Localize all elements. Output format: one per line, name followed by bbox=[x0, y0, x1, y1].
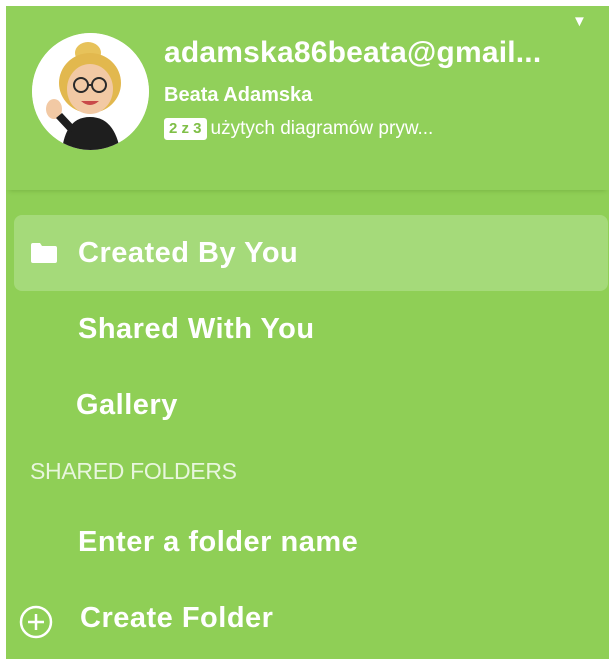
nav-created-by-you[interactable]: Created By You bbox=[14, 215, 608, 291]
account-header[interactable]: adamska86beata@gmail... Beata Adamska 2 … bbox=[6, 6, 609, 190]
nav-gallery[interactable]: Gallery bbox=[14, 367, 608, 443]
caret-down-icon[interactable]: ▼ bbox=[572, 14, 587, 29]
account-name: Beata Adamska bbox=[164, 84, 313, 106]
nav-created-by-you-label: Created By You bbox=[78, 236, 299, 269]
diagram-quota: 2 z 3 użytych diagramów pryw... bbox=[164, 118, 564, 140]
create-folder-button[interactable]: Create Folder bbox=[14, 580, 608, 656]
quota-text: użytych diagramów pryw... bbox=[210, 118, 434, 139]
sidebar-panel: adamska86beata@gmail... Beata Adamska 2 … bbox=[6, 6, 609, 659]
nav-shared-with-you-label: Shared With You bbox=[78, 312, 315, 345]
nav-shared-with-you[interactable]: Shared With You bbox=[14, 291, 608, 367]
sidebar-frame: adamska86beata@gmail... Beata Adamska 2 … bbox=[0, 0, 612, 663]
create-folder-label: Create Folder bbox=[80, 601, 274, 634]
nav-gallery-label: Gallery bbox=[76, 388, 178, 421]
shared-folders-heading: SHARED FOLDERS bbox=[30, 458, 237, 484]
folder-icon bbox=[31, 243, 57, 263]
plus-circle-icon[interactable] bbox=[18, 604, 54, 640]
shared-folder-name-item[interactable]: Enter a folder name bbox=[14, 504, 608, 580]
account-email: adamska86beata@gmail... bbox=[164, 36, 542, 69]
avatar[interactable] bbox=[32, 33, 149, 150]
avatar-image bbox=[32, 33, 149, 150]
shared-folder-name-label: Enter a folder name bbox=[78, 525, 359, 558]
quota-badge: 2 z 3 bbox=[164, 118, 207, 140]
